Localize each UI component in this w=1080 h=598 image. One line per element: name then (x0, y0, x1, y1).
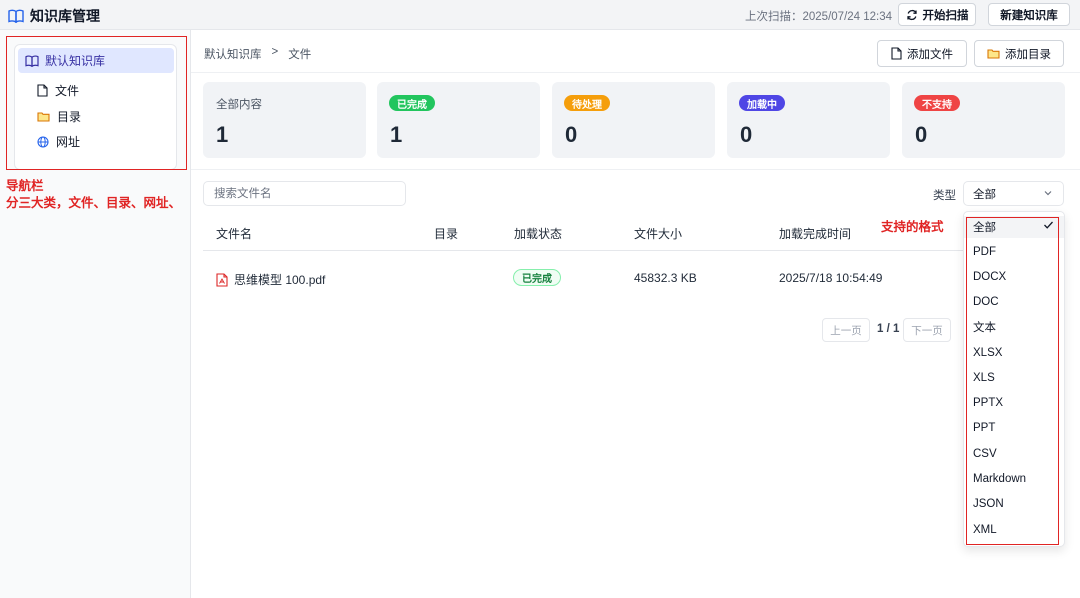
prev-page-button[interactable]: 上一页 (822, 318, 870, 342)
stat-card-pending[interactable]: 待处理 0 (552, 82, 715, 158)
add-file-button[interactable]: 添加文件 (877, 40, 967, 67)
refresh-icon (906, 9, 917, 20)
type-filter-label: 类型 (933, 190, 956, 202)
book-icon (8, 9, 24, 23)
column-header-dir[interactable]: 目录 (434, 225, 458, 242)
table-row[interactable]: 思维模型 100.pdf (216, 271, 325, 288)
chevron-down-icon (1044, 191, 1052, 196)
column-header-size[interactable]: 文件大小 (634, 225, 682, 242)
stat-card-completed[interactable]: 已完成 1 (377, 82, 540, 158)
stat-value: 0 (740, 122, 753, 147)
last-scan-text: 上次扫描：2025/07/24 12:34 (745, 11, 893, 23)
breadcrumb: 默认知识库 > 文件 (204, 46, 311, 62)
add-file-label: 添加文件 (907, 48, 953, 61)
column-header-name[interactable]: 文件名 (216, 225, 252, 242)
nav-annotation-desc: 分三大类，文件、目录、网址、 (6, 196, 182, 210)
stat-card-all[interactable]: 全部内容 1 (203, 82, 366, 158)
stat-value: 0 (565, 122, 578, 147)
stat-value: 0 (915, 122, 928, 147)
page-info: 1 / 1 (877, 323, 900, 335)
add-directory-label: 添加目录 (1005, 48, 1051, 61)
search-input[interactable] (203, 181, 406, 206)
formats-annotation: 支持的格式 (881, 220, 944, 234)
breadcrumb-separator: > (271, 46, 279, 58)
next-page-button[interactable]: 下一页 (903, 318, 951, 342)
column-header-time[interactable]: 加载完成时间 (779, 225, 851, 242)
stat-value: 1 (216, 122, 229, 147)
divider (191, 169, 1080, 170)
breadcrumb-current: 文件 (288, 49, 312, 61)
table-header-divider (203, 250, 963, 251)
load-time: 2025/7/18 10:54:49 (779, 271, 883, 285)
status-badge: 加载中 (739, 95, 785, 111)
add-directory-button[interactable]: 添加目录 (974, 40, 1064, 67)
start-scan-button[interactable]: 开始扫描 (898, 3, 976, 26)
file-icon (891, 47, 902, 60)
divider (191, 72, 1080, 73)
nav-annotation-box (6, 36, 187, 170)
type-select-value: 全部 (973, 188, 996, 201)
stat-value: 1 (390, 122, 403, 147)
stat-card-loading[interactable]: 加载中 0 (727, 82, 890, 158)
app-title: 知识库管理 (30, 8, 100, 24)
formats-annotation-box (966, 217, 1059, 545)
pdf-file-icon (216, 272, 228, 287)
folder-icon (987, 49, 1000, 59)
column-header-status[interactable]: 加载状态 (514, 225, 562, 242)
file-size: 45832.3 KB (634, 271, 697, 285)
status-badge: 不支持 (914, 95, 960, 111)
file-name[interactable]: 思维模型 100.pdf (234, 271, 325, 288)
stat-card-unsupported[interactable]: 不支持 0 (902, 82, 1065, 158)
app-header: 知识库管理 上次扫描：2025/07/24 12:34 开始扫描 新建知识库 (0, 0, 1080, 30)
type-select[interactable]: 全部 (963, 181, 1064, 206)
status-badge: 已完成 (513, 269, 561, 286)
nav-annotation-title: 导航栏 (6, 179, 44, 193)
new-kb-button[interactable]: 新建知识库 (988, 3, 1070, 26)
app-title-group: 知识库管理 (8, 6, 100, 26)
stat-label: 全部内容 (216, 99, 262, 111)
breadcrumb-root[interactable]: 默认知识库 (204, 46, 262, 62)
status-badge: 待处理 (564, 95, 610, 111)
start-scan-label: 开始扫描 (922, 9, 969, 22)
status-badge: 已完成 (389, 95, 435, 111)
